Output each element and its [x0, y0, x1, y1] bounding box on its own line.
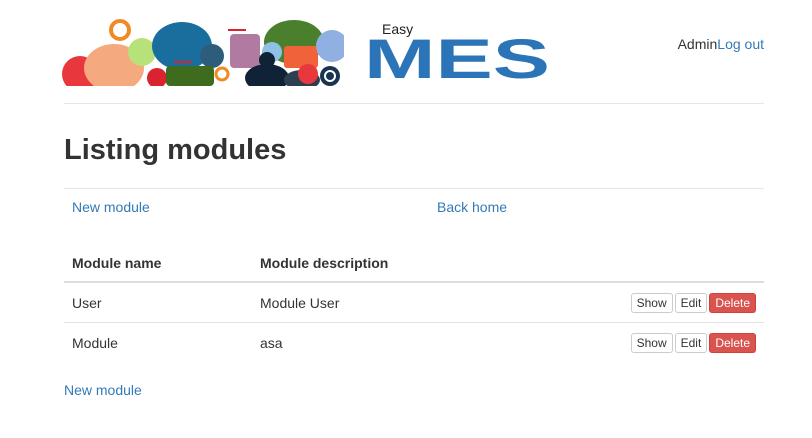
title-divider	[64, 188, 764, 189]
back-home-link[interactable]: Back home	[437, 199, 507, 215]
edit-button[interactable]: Edit	[674, 332, 708, 353]
table-row: User Module User Show Edit Delete	[64, 282, 764, 323]
table-header-row: Module name Module description	[64, 244, 764, 283]
new-module-link-bottom[interactable]: New module	[64, 382, 142, 398]
page-title: Listing modules	[64, 134, 287, 166]
column-header-module-description: Module description	[252, 244, 509, 283]
actions-cell: Show Edit Delete	[508, 282, 764, 323]
header-divider	[64, 103, 764, 104]
table-row: Module asa Show Edit Delete	[64, 323, 764, 363]
modules-table: Module name Module description User Modu…	[64, 244, 764, 362]
edit-button[interactable]: Edit	[674, 292, 708, 313]
easy-mes-logo: Easy MES	[364, 21, 550, 80]
module-name-cell: User	[64, 282, 252, 323]
delete-button[interactable]: Delete	[709, 292, 756, 313]
column-header-actions	[508, 244, 764, 283]
logo-big-text: MES	[364, 27, 550, 80]
module-name-cell: Module	[72, 334, 118, 351]
actions-cell: Show Edit Delete	[509, 323, 764, 363]
show-button[interactable]: Show	[630, 332, 673, 353]
header: Easy MES AdminLog out	[0, 0, 812, 104]
clouds-banner-image	[62, 19, 344, 86]
module-description-cell: asa	[260, 334, 283, 351]
show-button[interactable]: Show	[630, 292, 673, 313]
delete-button[interactable]: Delete	[709, 332, 756, 353]
logout-link[interactable]: Log out	[717, 36, 764, 52]
column-header-module-name: Module name	[64, 244, 252, 283]
user-area: AdminLog out	[678, 36, 764, 52]
new-module-link-top[interactable]: New module	[72, 199, 150, 215]
module-description-cell: Module User	[252, 282, 509, 323]
user-name: Admin	[677, 36, 718, 52]
